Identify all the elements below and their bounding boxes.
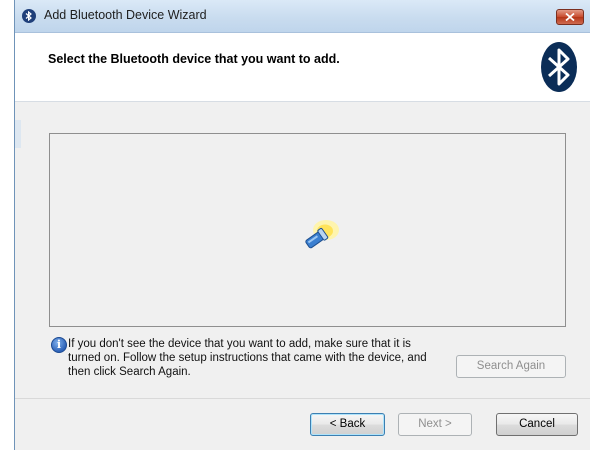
cancel-button[interactable]: Cancel [496,413,578,436]
title-bar[interactable]: Add Bluetooth Device Wizard [15,0,590,33]
wizard-window: Add Bluetooth Device Wizard Select the B… [14,0,590,450]
info-message: If you don't see the device that you wan… [68,338,427,378]
left-strip [15,120,21,148]
close-button[interactable] [556,9,584,25]
back-button[interactable]: < Back [310,413,385,436]
bluetooth-icon [22,9,36,23]
close-icon [565,13,575,21]
device-list[interactable] [49,133,566,327]
search-again-button[interactable]: Search Again [456,355,566,378]
bluetooth-logo-icon [541,42,577,92]
searching-flashlight-icon [305,220,339,249]
next-button[interactable]: Next > [398,413,472,436]
info-icon: i [51,337,67,353]
page-title: Select the Bluetooth device that you wan… [48,52,340,66]
wizard-header: Select the Bluetooth device that you wan… [15,33,590,102]
footer-divider [15,398,590,399]
window-title: Add Bluetooth Device Wizard [44,8,207,22]
